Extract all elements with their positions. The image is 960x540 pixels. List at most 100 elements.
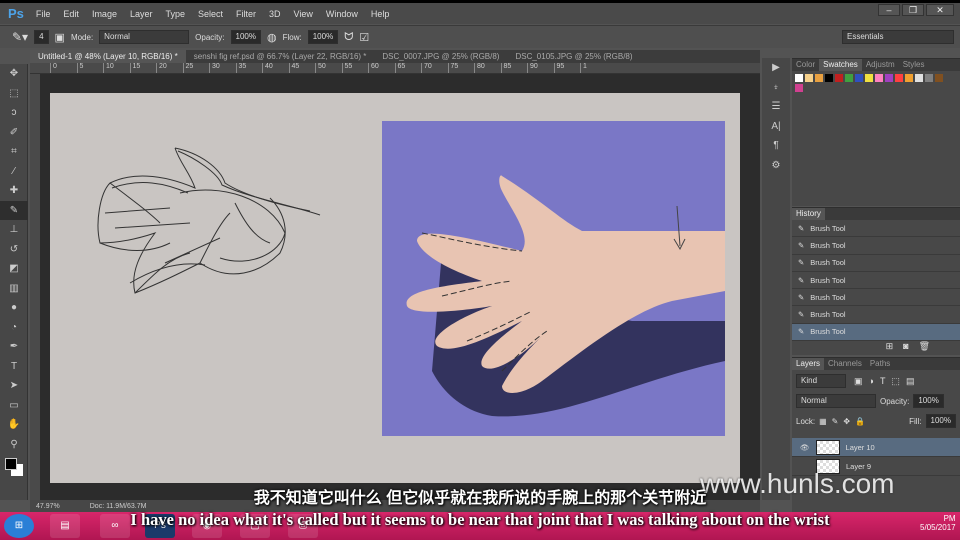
pressure-size-icon[interactable]: ☑ xyxy=(359,31,369,44)
brush-size-picker[interactable]: 4 xyxy=(34,30,49,44)
play-action-icon[interactable]: ▶ xyxy=(762,58,790,78)
airbrush-icon[interactable]: ᗢ xyxy=(344,31,353,44)
mode-select[interactable]: Normal xyxy=(99,30,190,44)
history-item[interactable]: ✎ Brush Tool xyxy=(792,237,960,255)
color-swatch[interactable] xyxy=(925,74,933,82)
brush-panel-icon[interactable]: ▣ xyxy=(55,31,65,44)
history-item[interactable]: ✎ Brush Tool xyxy=(792,255,960,272)
tab-paths[interactable]: Paths xyxy=(866,358,894,370)
filter-icons[interactable]: ▣◑T⬚▤ xyxy=(854,376,920,387)
color-swatch[interactable] xyxy=(875,74,883,82)
lock-icons[interactable]: ▦✎✥🔒 xyxy=(819,417,870,426)
restore-button[interactable]: ❐ xyxy=(902,4,924,16)
menu-file[interactable]: File xyxy=(36,9,51,19)
menu-filter[interactable]: Filter xyxy=(236,9,256,19)
color-swatch[interactable] xyxy=(895,74,903,82)
tab-color[interactable]: Color xyxy=(792,59,819,71)
history-brush-icon[interactable]: ↺ xyxy=(0,240,28,260)
history-item[interactable]: ✎ Brush Tool xyxy=(792,306,960,324)
tab-senshi-fig-ref[interactable]: senshi fig ref.psd @ 66.7% (Layer 22, RG… xyxy=(186,50,375,63)
history-item[interactable]: ✎ Brush Tool xyxy=(792,272,960,290)
tab-untitled-1[interactable]: Untitled-1 @ 48% (Layer 10, RGB/16) * xyxy=(30,50,186,63)
tab-dsc-0105[interactable]: DSC_0105.JPG @ 25% (RGB/8) xyxy=(507,50,640,63)
menu-help[interactable]: Help xyxy=(371,9,390,19)
flow-input[interactable]: 100% xyxy=(307,30,339,44)
history-item[interactable]: ✎ Brush Tool xyxy=(792,289,960,307)
opacity-input[interactable]: 100% xyxy=(230,30,261,44)
document-canvas[interactable] xyxy=(50,93,740,483)
eraser-tool-icon[interactable]: ◩ xyxy=(0,259,28,279)
menu-window[interactable]: Window xyxy=(326,9,358,19)
color-swatch[interactable] xyxy=(935,74,943,82)
menu-edit[interactable]: Edit xyxy=(63,9,79,19)
visibility-eye-icon[interactable]: 👁 xyxy=(800,443,810,452)
character-panel-icon[interactable]: A| xyxy=(762,117,790,137)
color-swatch[interactable] xyxy=(915,74,923,82)
layer-row-selected[interactable]: 👁 Layer 10 xyxy=(792,438,960,457)
color-swatches[interactable] xyxy=(0,454,27,484)
tool-presets-icon[interactable]: ☰ xyxy=(762,97,790,117)
color-swatch[interactable] xyxy=(835,74,843,82)
brush-icon: ✎ xyxy=(798,275,805,285)
tab-dsc-0007[interactable]: DSC_0007.JPG @ 25% (RGB/8) xyxy=(374,50,507,63)
menu-layer[interactable]: Layer xyxy=(130,9,153,19)
pen-tool-icon[interactable]: ✒ xyxy=(0,337,28,357)
marquee-tool-icon[interactable]: ⬚ xyxy=(0,84,28,104)
move-tool-icon[interactable]: ✥ xyxy=(0,64,28,84)
color-swatch[interactable] xyxy=(825,74,833,82)
quick-select-tool-icon[interactable]: ✐ xyxy=(0,123,28,143)
history-item[interactable]: ✎ Brush Tool xyxy=(792,220,960,238)
brush-tool-icon[interactable]: ✎ xyxy=(0,200,28,220)
menu-3d[interactable]: 3D xyxy=(269,9,281,19)
blur-tool-icon[interactable]: ● xyxy=(0,298,28,318)
lasso-tool-icon[interactable]: ↄ xyxy=(0,103,28,123)
type-tool-icon[interactable]: T xyxy=(0,357,28,377)
healing-tool-icon[interactable]: ✚ xyxy=(0,181,28,201)
workspace-select[interactable]: Essentials xyxy=(842,30,954,44)
color-swatch[interactable] xyxy=(795,74,803,82)
color-swatch[interactable] xyxy=(845,74,853,82)
history-item-selected[interactable]: ✎ Brush Tool xyxy=(792,323,960,342)
paragraph-panel-icon[interactable]: ¶ xyxy=(762,136,790,156)
history-label: Brush Tool xyxy=(810,258,846,268)
tab-layers[interactable]: Layers xyxy=(792,358,825,370)
ruler-tick: 60 xyxy=(368,63,395,73)
tab-adjustments[interactable]: Adjustm xyxy=(862,59,899,71)
dodge-tool-icon[interactable]: ◔ xyxy=(0,318,28,338)
close-button[interactable]: ✕ xyxy=(926,4,954,16)
fill-input[interactable]: 100% xyxy=(925,414,956,428)
color-swatch[interactable] xyxy=(885,74,893,82)
ruler-tick: 75 xyxy=(447,63,475,73)
layer-opacity-input[interactable]: 100% xyxy=(913,394,944,408)
blend-mode-select[interactable]: Normal xyxy=(796,394,876,408)
color-swatch[interactable] xyxy=(795,84,803,92)
crop-tool-icon[interactable]: ⌗ xyxy=(0,142,28,162)
tab-swatches[interactable]: Swatches xyxy=(819,59,862,71)
stamp-tool-icon[interactable]: ⊥ xyxy=(0,220,28,240)
color-swatch[interactable] xyxy=(805,74,813,82)
brush-tool-icon[interactable]: ✎▾ xyxy=(12,30,28,44)
pressure-opacity-icon[interactable]: ◍ xyxy=(267,31,277,44)
eyedropper-tool-icon[interactable]: ⁄ xyxy=(0,162,28,182)
color-swatch[interactable] xyxy=(905,74,913,82)
properties-icon[interactable]: ⚙ xyxy=(762,156,790,176)
menu-type[interactable]: Type xyxy=(165,9,185,19)
zoom-tool-icon[interactable]: ⚲ xyxy=(0,435,28,455)
color-swatch[interactable] xyxy=(865,74,873,82)
color-swatch[interactable] xyxy=(855,74,863,82)
history-actions[interactable]: ⊞◙🗑 xyxy=(792,341,960,352)
gradient-tool-icon[interactable]: ▥ xyxy=(0,279,28,299)
layer-filter-select[interactable]: Kind xyxy=(796,374,846,388)
menu-view[interactable]: View xyxy=(294,9,313,19)
hand-tool-icon[interactable]: ✋ xyxy=(0,415,28,435)
tab-channels[interactable]: Channels xyxy=(824,358,866,370)
menu-select[interactable]: Select xyxy=(198,9,223,19)
path-select-tool-icon[interactable]: ➤ xyxy=(0,376,28,396)
minimize-button[interactable]: – xyxy=(878,4,900,16)
shape-tool-icon[interactable]: ▭ xyxy=(0,396,28,416)
tab-styles[interactable]: Styles xyxy=(899,59,929,71)
menu-image[interactable]: Image xyxy=(92,9,117,19)
brush-presets-icon[interactable]: ⍖ xyxy=(762,78,790,98)
color-swatch[interactable] xyxy=(815,74,823,82)
foreground-color[interactable] xyxy=(5,458,17,470)
